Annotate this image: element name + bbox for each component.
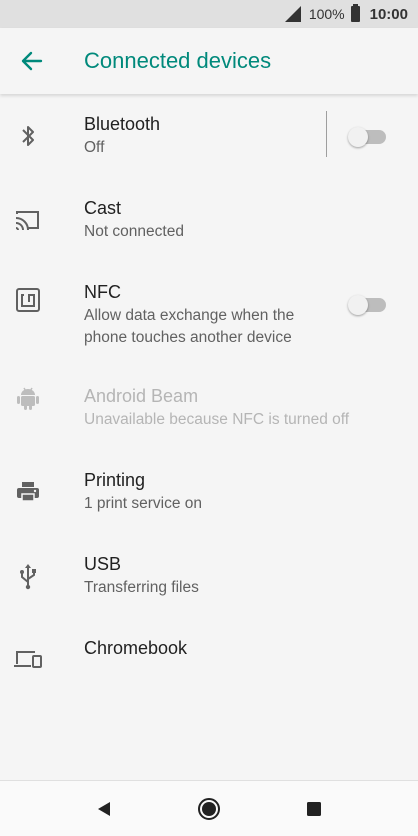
- nav-recents-button[interactable]: [302, 797, 326, 821]
- devices-icon: [12, 643, 44, 675]
- printer-icon: [12, 476, 44, 508]
- android-beam-subtitle: Unavailable because NFC is turned off: [84, 411, 350, 428]
- usb-title: USB: [84, 554, 122, 574]
- cast-subtitle: Not connected: [84, 223, 184, 240]
- bluetooth-item[interactable]: Bluetooth Off: [0, 94, 418, 178]
- nfc-subtitle-line2: phone touches another device: [84, 329, 292, 346]
- nfc-icon: [12, 284, 44, 316]
- signal-icon: [284, 6, 301, 22]
- printing-subtitle: 1 print service on: [84, 495, 203, 512]
- battery-icon: [350, 4, 360, 22]
- nfc-subtitle-line1: Allow data exchange when the: [84, 307, 295, 324]
- navigation-bar: [0, 780, 418, 836]
- bluetooth-toggle[interactable]: [348, 127, 386, 147]
- printing-item[interactable]: Printing 1 print service on: [0, 450, 418, 534]
- nav-home-button[interactable]: [197, 797, 221, 821]
- bluetooth-icon: [12, 120, 44, 152]
- chromebook-item[interactable]: Chromebook: [0, 618, 418, 702]
- bluetooth-subtitle: Off: [84, 139, 105, 156]
- toggle-knob: [348, 127, 368, 147]
- home-circle-icon: [198, 798, 220, 820]
- divider: [326, 111, 327, 157]
- square-recents-icon: [307, 802, 321, 816]
- settings-list: Bluetooth Off Cast Not connected NFC All…: [0, 94, 418, 702]
- cast-icon: [11, 204, 43, 236]
- arrow-back-icon: [21, 51, 43, 71]
- usb-icon: [12, 560, 44, 592]
- cast-title: Cast: [84, 198, 122, 218]
- nav-back-button[interactable]: [92, 797, 116, 821]
- page-title: Connected devices: [84, 48, 272, 73]
- usb-subtitle: Transferring files: [84, 579, 199, 596]
- android-beam-title: Android Beam: [84, 386, 199, 406]
- android-icon: [12, 382, 44, 414]
- nfc-item[interactable]: NFC Allow data exchange when the phone t…: [0, 262, 418, 366]
- clock: 10:00: [369, 5, 408, 23]
- triangle-back-icon: [98, 802, 110, 816]
- usb-item[interactable]: USB Transferring files: [0, 534, 418, 618]
- battery-percent: 100%: [308, 6, 345, 22]
- app-bar: Connected devices: [0, 28, 418, 94]
- nfc-title: NFC: [84, 282, 121, 302]
- android-beam-item: Android Beam Unavailable because NFC is …: [0, 366, 418, 450]
- back-button[interactable]: [14, 45, 50, 77]
- toggle-knob: [348, 295, 368, 315]
- nfc-toggle[interactable]: [348, 295, 386, 315]
- bluetooth-title: Bluetooth: [84, 114, 161, 134]
- status-bar: 100% 10:00: [0, 0, 418, 28]
- chromebook-title: Chromebook: [84, 638, 188, 658]
- cast-item[interactable]: Cast Not connected: [0, 178, 418, 262]
- printing-title: Printing: [84, 470, 146, 490]
